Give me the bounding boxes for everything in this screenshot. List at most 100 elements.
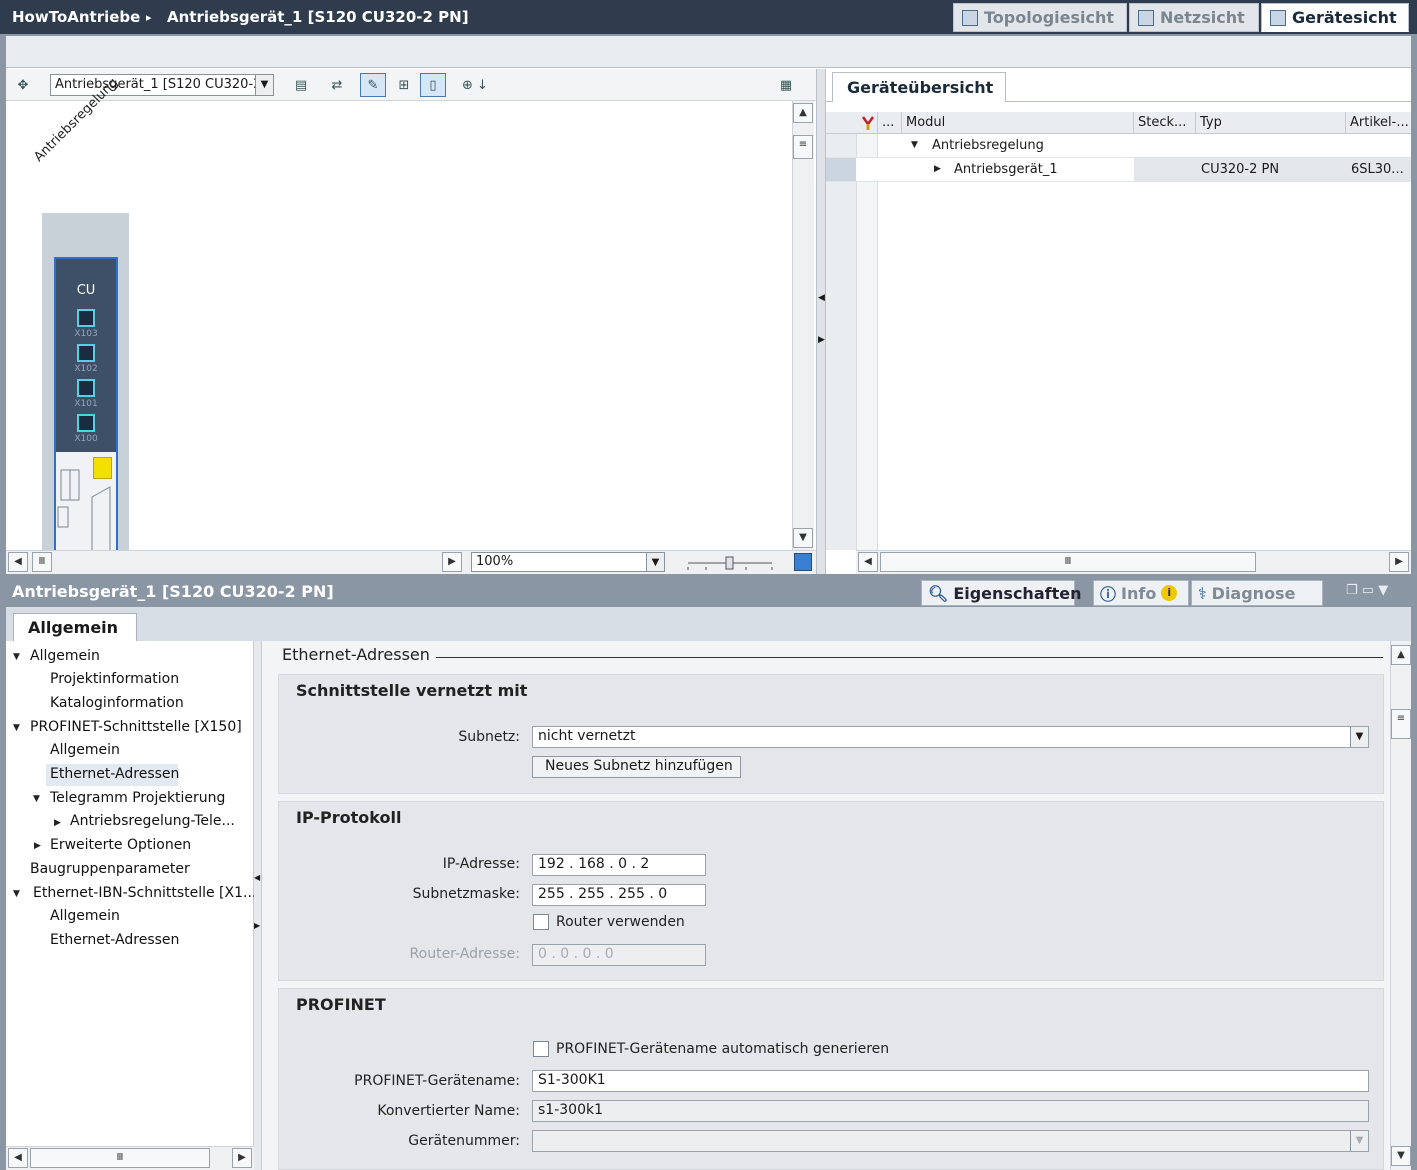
zoom-slider[interactable] (686, 555, 776, 571)
tab-device-overview[interactable]: Geräteübersicht (832, 72, 1006, 102)
scroll-up-icon[interactable]: ▲ (793, 103, 813, 123)
scroll-left-icon[interactable]: ◀ (8, 1148, 28, 1168)
column-header[interactable]: Modul (902, 112, 1134, 134)
tree-item[interactable]: Kataloginformation (50, 695, 184, 711)
tree-item[interactable]: Allgemein (50, 908, 120, 924)
tree-item[interactable]: Allgemein (50, 742, 120, 758)
dropdown-arrow-icon[interactable]: ▼ (646, 553, 664, 571)
expand-right-icon[interactable]: ▶ (254, 921, 260, 930)
tree-item[interactable]: Antriebsregelung-Tele... (70, 813, 235, 829)
auto-name-checkbox[interactable] (533, 1041, 549, 1057)
port-label: X100 (74, 434, 98, 444)
canvas-vertical-scrollbar[interactable]: ▲ ≡ ▼ (792, 101, 814, 550)
tab-network-view[interactable]: Netzsicht (1129, 3, 1259, 32)
collapsed-arrow-icon[interactable]: ▶ (934, 164, 941, 174)
port-icon[interactable] (77, 309, 95, 327)
scroll-thumb[interactable]: ≡ (1391, 709, 1411, 739)
device-name-input[interactable]: S1-300K1 (532, 1070, 1369, 1092)
scroll-right-icon[interactable]: ▶ (442, 552, 462, 572)
expand-arrow-icon[interactable]: ▼ (911, 140, 918, 150)
zoom-icon[interactable]: ⊕ ↓ (455, 73, 495, 97)
use-router-checkbox[interactable] (533, 914, 549, 930)
tree-item[interactable]: Ethernet-Adressen (50, 932, 179, 948)
panel-controls-icon[interactable]: ❐ ▭ ▼ (1346, 583, 1388, 598)
expand-arrow-icon[interactable]: ▼ (13, 889, 20, 899)
overview-toggle-icon[interactable]: ▦ (773, 73, 799, 97)
group-title: IP-Protokoll (296, 808, 402, 827)
tab-diagnostics[interactable]: ⚕ Diagnose (1191, 580, 1323, 606)
scroll-thumb[interactable]: ≡ (793, 135, 813, 159)
collapsed-arrow-icon[interactable]: ▶ (34, 841, 41, 851)
tree-item-selected[interactable]: Ethernet-Adressen (50, 766, 179, 782)
view-splitter[interactable]: ◀ ▶ (816, 69, 826, 574)
tree-horizontal-scrollbar[interactable]: ◀ Ⅲ ▶ (6, 1146, 254, 1170)
scroll-left-icon[interactable]: ◀ (858, 552, 878, 572)
device-number-select[interactable]: ▼ (532, 1130, 1369, 1152)
zoom-select[interactable]: 100% ▼ (471, 552, 665, 572)
add-subnet-button[interactable]: Neues Subnetz hinzufügen (532, 756, 741, 778)
tree-item[interactable]: Telegramm Projektierung (50, 790, 225, 806)
collapse-left-icon[interactable]: ◀ (818, 293, 825, 303)
auto-name-label: PROFINET-Gerätename automatisch generier… (556, 1041, 890, 1057)
tree-item[interactable]: PROFINET-Schnittstelle [X150] (30, 719, 242, 735)
scroll-thumb[interactable]: Ⅲ (880, 552, 1256, 572)
tab-device-view[interactable]: Gerätesicht (1261, 3, 1409, 32)
tree-item[interactable]: Baugruppenparameter (30, 861, 190, 877)
expand-arrow-icon[interactable]: ▼ (33, 794, 40, 804)
subnet-select[interactable]: nicht vernetzt ▼ (532, 726, 1369, 748)
subnet-mask-input[interactable]: 255 . 255 . 255 . 0 (532, 884, 706, 906)
scroll-up-icon[interactable]: ▲ (1391, 645, 1411, 665)
draw-mode-icon[interactable]: ✎ (360, 73, 386, 97)
expand-arrow-icon[interactable]: ▼ (13, 652, 20, 662)
column-header[interactable]: Steck... (1134, 112, 1196, 134)
tab-general[interactable]: Allgemein (13, 613, 137, 642)
tab-label: Netzsicht (1160, 8, 1245, 27)
grid-icon[interactable]: ⊞ (391, 73, 417, 97)
scroll-down-icon[interactable]: ▼ (793, 528, 813, 548)
column-header-status-icon[interactable] (856, 112, 878, 134)
scroll-right-icon[interactable]: ▶ (232, 1148, 252, 1168)
converted-name-field: s1-300k1 (532, 1100, 1369, 1122)
collapse-left-icon[interactable]: ◀ (254, 873, 260, 882)
module-cell: Antriebsgerät_1 (954, 162, 1058, 177)
column-header[interactable]: Typ (1196, 112, 1346, 134)
tree-item[interactable]: Erweiterte Optionen (50, 837, 191, 853)
tab-topology-view[interactable]: Topologiesicht (953, 3, 1127, 32)
tree-item[interactable]: Ethernet-IBN-Schnittstelle [X1... (33, 885, 256, 901)
dropdown-arrow-icon[interactable]: ▼ (1350, 727, 1368, 747)
table-row[interactable]: ▶ Antriebsgerät_1 CU320-2 PN 6SL30... (826, 158, 1411, 182)
tab-info[interactable]: ⓘ Info i (1093, 580, 1189, 606)
properties-vertical-scrollbar[interactable]: ▲ ≡ ▼ (1390, 641, 1411, 1170)
column-header[interactable]: ... (878, 112, 902, 134)
collapsed-arrow-icon[interactable]: ▶ (54, 818, 61, 828)
swap-view-icon[interactable]: ⇄ (324, 73, 350, 97)
table-row[interactable]: ▼ Antriebsregelung (826, 134, 1411, 158)
port-icon[interactable] (77, 344, 95, 362)
expand-right-icon[interactable]: ▶ (818, 335, 825, 345)
scroll-down-icon[interactable]: ▼ (1391, 1146, 1411, 1166)
scroll-thumb[interactable]: Ⅲ (32, 552, 52, 572)
dropdown-arrow-icon[interactable]: ▼ (255, 75, 273, 95)
tree-item[interactable]: Projektinformation (50, 671, 179, 687)
network-connect-icon[interactable]: ✥ (10, 73, 36, 97)
dropdown-arrow-icon[interactable]: ▼ (1350, 1131, 1368, 1151)
scroll-right-icon[interactable]: ▶ (1389, 552, 1409, 572)
column-header[interactable]: Artikel-... (1346, 112, 1411, 134)
tree-splitter[interactable]: ◀ ▶ (254, 641, 262, 1170)
device-data-icon[interactable]: ▤ (288, 73, 314, 97)
port-icon[interactable] (77, 414, 95, 432)
device-select[interactable]: Antriebsgerät_1 [S120 CU320-2 PN] ▼ (50, 74, 274, 96)
tree-item[interactable]: Allgemein (30, 648, 100, 664)
network-icon (1138, 9, 1154, 26)
scroll-left-icon[interactable]: ◀ (8, 552, 28, 572)
ip-address-input[interactable]: 192 . 168 . 0 . 2 (532, 854, 706, 876)
navigator-icon[interactable] (794, 553, 812, 571)
panel-icon[interactable]: ▯ (420, 73, 446, 97)
overview-horizontal-scrollbar[interactable]: ◀ Ⅲ ▶ (856, 550, 1411, 574)
tab-label: Diagnose (1211, 583, 1296, 603)
row-selector[interactable] (826, 158, 856, 181)
expand-arrow-icon[interactable]: ▼ (13, 723, 20, 733)
tab-properties[interactable]: 🔍︎ Eigenschaften (921, 580, 1081, 606)
scroll-thumb[interactable]: Ⅲ (30, 1148, 210, 1168)
port-icon[interactable] (77, 379, 95, 397)
